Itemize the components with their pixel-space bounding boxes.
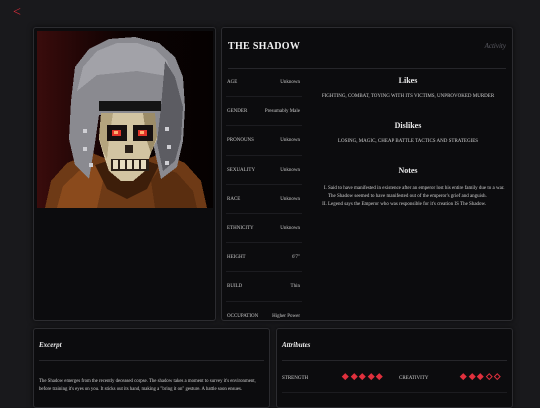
note-item: Said to have manifested in existence aft… <box>328 185 508 201</box>
excerpt-heading: Excerpt <box>39 341 62 349</box>
rating-diamond-filled-icon <box>376 373 383 380</box>
rating-diamond-empty-icon <box>494 373 501 380</box>
fact-row: AGE Unknown <box>226 68 302 98</box>
likes-heading: Likes <box>398 76 418 85</box>
fact-value: Unknown <box>280 225 300 231</box>
creativity-rating <box>460 373 501 380</box>
fact-value: 6'7" <box>292 255 300 261</box>
strength-rating <box>342 373 383 380</box>
facts-list: AGE Unknown GENDER Presumably Male PRONOUN… <box>226 68 302 330</box>
attribute-label-creativity: CREATIVITY <box>399 376 429 381</box>
note-item: Legend says the Emperor who was responsi… <box>328 201 508 209</box>
fact-row: RACE Unknown <box>226 185 302 214</box>
excerpt-panel: Excerpt The Shadow emerges from the rece… <box>33 328 270 408</box>
fact-row: HEIGHT 6'7" <box>226 243 302 273</box>
divider <box>282 360 507 361</box>
rating-diamond-filled-icon <box>342 373 349 380</box>
fact-value: Unknown <box>280 138 300 144</box>
fact-key: SEXUALITY <box>227 167 256 173</box>
attributes-heading: Attributes <box>282 341 311 349</box>
divider <box>39 360 264 361</box>
fact-value: Unknown <box>280 80 300 85</box>
rating-diamond-filled-icon <box>477 373 484 380</box>
notes-heading: Notes <box>398 166 418 175</box>
rating-diamond-empty-icon <box>485 373 492 380</box>
fact-key: BUILD <box>227 284 243 290</box>
fact-key: PRONOUNS <box>227 138 254 144</box>
fact-value: Unknown <box>280 196 300 202</box>
attributes-panel: Attributes STRENGTH CREATIVITY <box>276 328 513 408</box>
dislikes-heading: Dislikes <box>394 121 422 130</box>
rating-diamond-filled-icon <box>350 373 357 380</box>
fact-value: Presumably Male <box>264 109 300 115</box>
notes-list: Said to have manifested in existence aft… <box>308 185 508 208</box>
activity-link[interactable]: Activity <box>485 42 506 50</box>
fact-row: OCCUPATION Higher Power <box>226 302 302 330</box>
fact-key: RACE <box>227 196 241 202</box>
back-arrow-icon[interactable]: < <box>13 6 21 20</box>
fact-row: ETHNICITY Unknown <box>226 214 302 244</box>
fact-row: PRONOUNS Unknown <box>226 126 302 156</box>
fact-key: HEIGHT <box>227 255 246 261</box>
fact-row: BUILD Thin <box>226 272 302 302</box>
fact-value: Unknown <box>280 167 300 173</box>
rating-diamond-filled-icon <box>468 373 475 380</box>
divider <box>282 392 507 393</box>
likes-text: FIGHTING, COMBAT, TOYING WITH ITS VICTIM… <box>321 94 495 99</box>
fact-row: GENDER Presumably Male <box>226 97 302 127</box>
excerpt-text: The Shadow emerges from the recently dec… <box>39 379 256 392</box>
fact-value: Higher Power <box>272 313 300 319</box>
fact-value: Thin <box>290 284 300 290</box>
details-column: Likes FIGHTING, COMBAT, TOYING WITH ITS … <box>308 76 508 208</box>
attribute-label-strength: STRENGTH <box>282 376 309 381</box>
fact-key: OCCUPATION <box>227 313 259 319</box>
rating-diamond-filled-icon <box>367 373 374 380</box>
character-portrait <box>37 31 213 208</box>
character-name: THE SHADOW <box>228 41 301 52</box>
rating-diamond-filled-icon <box>359 373 366 380</box>
dislikes-text: LOSING, MAGIC, CHEAP BATTLE TACTICS AND … <box>337 139 479 144</box>
character-info-panel: THE SHADOW Activity AGE Unknown GENDER Pre… <box>221 27 513 321</box>
portrait-panel <box>33 27 216 321</box>
fact-key: AGE <box>227 80 238 85</box>
fact-row: SEXUALITY Unknown <box>226 156 302 185</box>
fact-key: ETHNICITY <box>227 225 254 231</box>
fact-key: GENDER <box>227 109 248 115</box>
rating-diamond-filled-icon <box>460 373 467 380</box>
